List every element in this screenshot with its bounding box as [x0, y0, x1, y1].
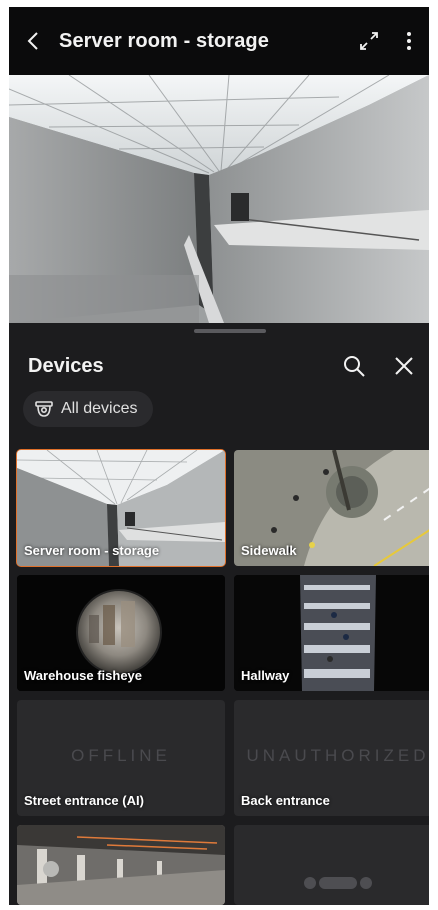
camera-title: Server room - storage: [59, 29, 269, 52]
devices-sheet: Devices All devices Server room - storag…: [9, 323, 429, 905]
device-name: Warehouse fisheye: [24, 668, 143, 683]
more-options-button[interactable]: [389, 7, 429, 75]
search-icon: [344, 356, 365, 377]
device-tile-back-entrance[interactable]: UNAUTHORIZED Back entrance: [234, 700, 429, 816]
device-tile-sidewalk[interactable]: Sidewalk: [234, 450, 429, 566]
device-name: Server room - storage: [24, 543, 160, 558]
device-tile-server-room[interactable]: Server room - storage: [16, 449, 226, 567]
camera-icon: [35, 401, 53, 417]
device-name: Hallway: [241, 668, 290, 683]
sheet-header: Devices: [9, 341, 429, 391]
video-frame: [9, 75, 429, 323]
device-tile-hallway[interactable]: Hallway: [234, 575, 429, 691]
app-bar: Server room - storage: [9, 7, 429, 75]
close-button[interactable]: [379, 341, 429, 391]
device-tile-parking[interactable]: [17, 825, 225, 905]
search-button[interactable]: [329, 341, 379, 391]
all-devices-filter-chip[interactable]: All devices: [23, 391, 154, 427]
fullscreen-icon: [360, 32, 378, 50]
live-video-view[interactable]: [9, 75, 429, 323]
fullscreen-button[interactable]: [349, 7, 389, 75]
back-button[interactable]: [9, 7, 59, 75]
device-tile-warehouse-fisheye[interactable]: Warehouse fisheye: [17, 575, 225, 691]
device-name: Street entrance (AI): [24, 793, 144, 808]
sheet-title: Devices: [28, 354, 104, 377]
device-tile-loading[interactable]: [234, 825, 429, 905]
loading-dots-icon: [304, 877, 372, 889]
device-status-unauthorized: UNAUTHORIZED: [246, 746, 429, 765]
app-screen: Server room - storage Devices All device…: [9, 7, 429, 905]
back-arrow-icon: [27, 32, 38, 50]
more-vert-icon: [407, 32, 411, 50]
device-status-offline: OFFLINE: [71, 746, 171, 765]
device-name: Sidewalk: [241, 543, 297, 558]
device-tile-street-entrance[interactable]: OFFLINE Street entrance (AI): [17, 700, 225, 816]
device-thumbnail: [17, 825, 225, 905]
device-name: Back entrance: [241, 793, 330, 808]
filter-chip-label: All devices: [61, 400, 138, 417]
sheet-drag-handle[interactable]: [194, 329, 266, 333]
close-icon: [395, 357, 413, 375]
